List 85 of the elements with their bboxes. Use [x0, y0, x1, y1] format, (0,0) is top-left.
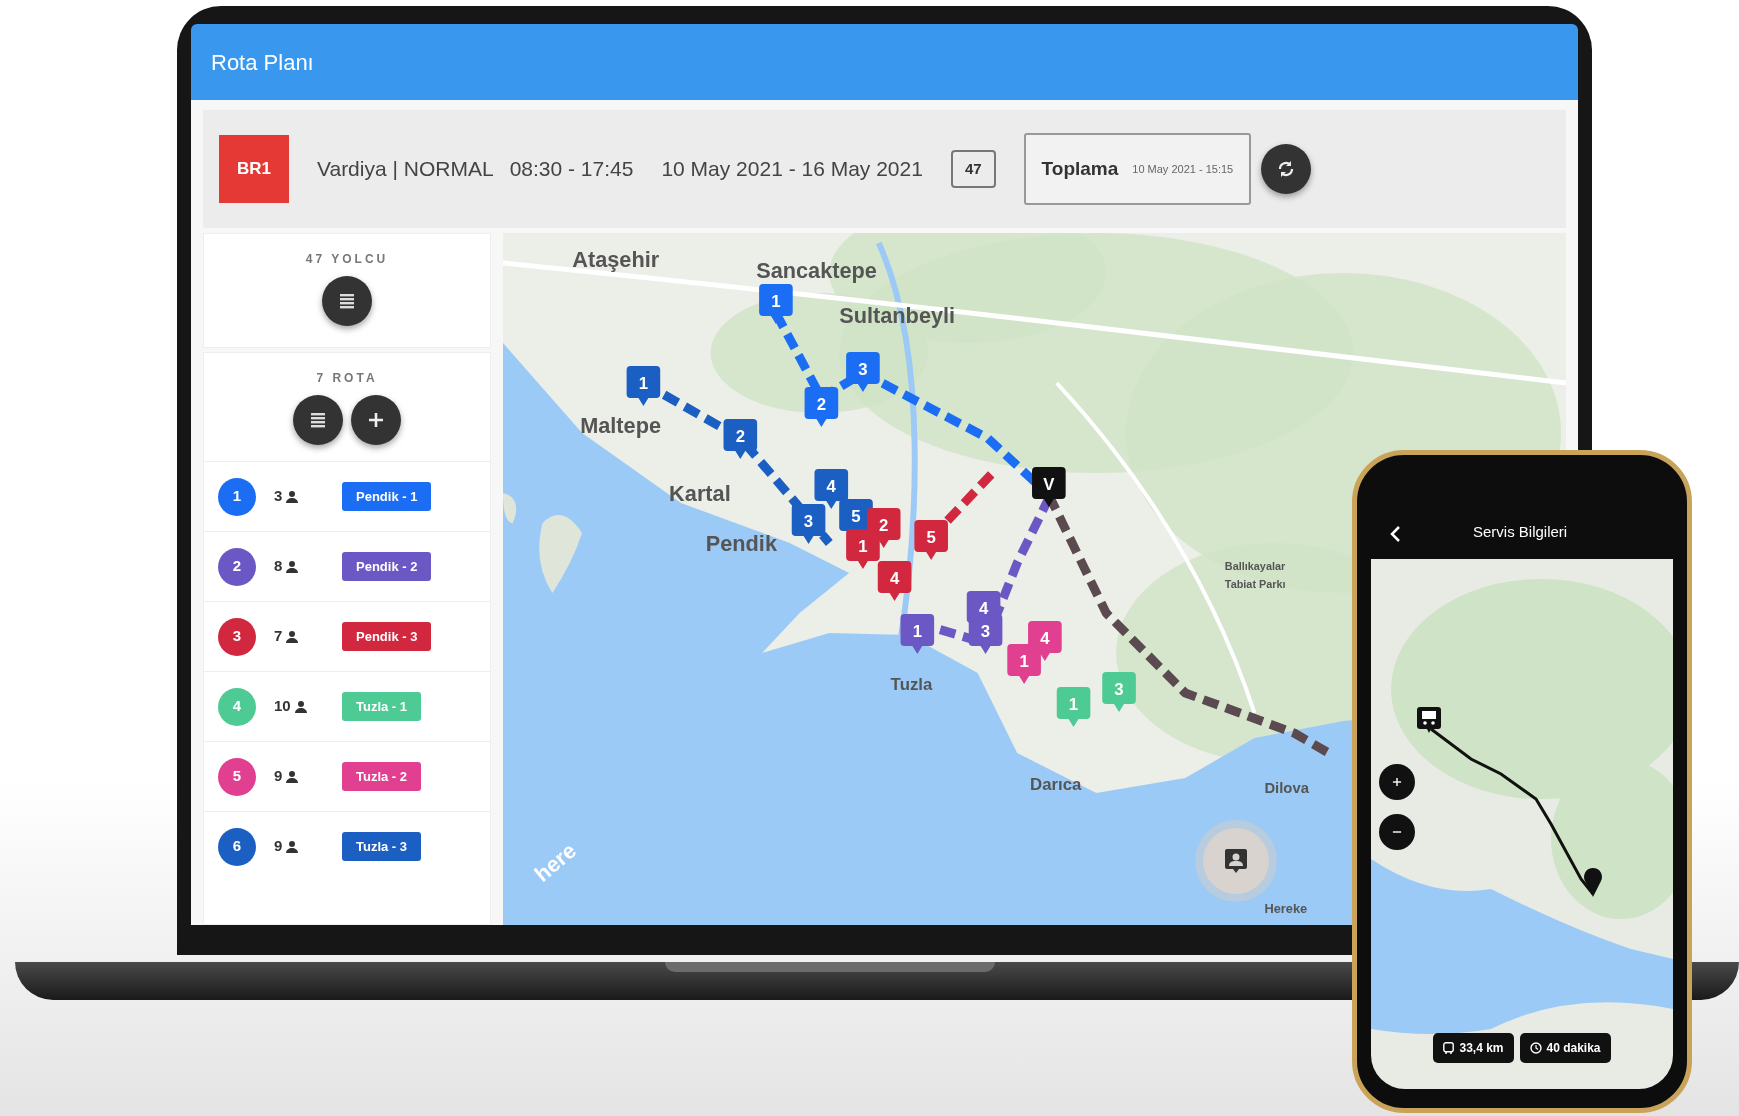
- map-marker[interactable]: 3: [968, 614, 1003, 654]
- route-row[interactable]: 3 7 Pendik - 3: [204, 601, 490, 671]
- add-button[interactable]: [351, 395, 401, 445]
- map-marker[interactable]: 2: [866, 508, 901, 548]
- person-icon: [285, 769, 300, 784]
- route-row[interactable]: 4 10 Tuzla - 1: [204, 671, 490, 741]
- route-label: Pendik - 2: [342, 551, 432, 582]
- bus-icon: [1443, 1042, 1455, 1054]
- place-label: Sultanbeyli: [839, 302, 956, 329]
- route-row[interactable]: 5 9 Tuzla - 2: [204, 741, 490, 811]
- shift-text: Vardiya | NORMAL: [317, 156, 494, 183]
- island-shape: [503, 493, 517, 523]
- mode-timestamp: 10 May 2021 - 15:15: [1132, 161, 1234, 177]
- list-button[interactable]: [322, 276, 372, 326]
- route-number-dot: 6: [218, 827, 256, 866]
- route-row[interactable]: 6 9 Tuzla - 3: [204, 811, 490, 881]
- phone-title: Servis Bilgileri: [1473, 521, 1568, 542]
- duration-text: 40 dakika: [1546, 1040, 1601, 1057]
- route-label: Tuzla - 1: [342, 691, 422, 722]
- map-marker[interactable]: 2: [804, 387, 839, 427]
- passenger-count: 8: [274, 556, 283, 577]
- place-label: Darıca: [1030, 774, 1082, 794]
- mode-label: Toplama: [1041, 156, 1119, 181]
- person-icon: [285, 559, 300, 574]
- distance-text: 33,4 km: [1459, 1040, 1504, 1057]
- chevron-left-icon: [1389, 525, 1401, 543]
- place-label: Tuzla: [890, 674, 933, 694]
- map-marker[interactable]: 3: [846, 352, 880, 392]
- destination-pin-icon: [1584, 867, 1602, 897]
- route-row[interactable]: 1 3 Pendik - 1: [204, 461, 490, 531]
- route-code-badge: BR1: [219, 135, 289, 203]
- person-icon: [285, 839, 300, 854]
- list-button[interactable]: [293, 395, 343, 445]
- person-icon: [293, 699, 308, 714]
- route-number-dot: 4: [218, 687, 256, 726]
- passenger-count: 9: [274, 836, 283, 857]
- section-title: 7 ROTA: [316, 370, 378, 387]
- passenger-count: 9: [274, 766, 283, 787]
- contact-card-icon: [1223, 847, 1249, 875]
- passenger-count: 7: [274, 626, 283, 647]
- map-marker[interactable]: 3: [791, 504, 826, 544]
- map-marker[interactable]: 1: [900, 614, 935, 654]
- shift-hours: 08:30 - 17:45: [509, 156, 634, 183]
- person-icon: [285, 489, 300, 504]
- place-label: Pendik: [705, 530, 777, 557]
- section-title: 47 YOLCU: [305, 251, 389, 268]
- route-number-dot: 2: [218, 547, 256, 586]
- place-label: Dilova: [1264, 779, 1309, 796]
- place-label: Ataşehir: [572, 246, 660, 273]
- route-row[interactable]: 2 8 Pendik - 2: [204, 531, 490, 601]
- place-label: Hereke: [1264, 900, 1308, 916]
- app-title: Rota Planı: [211, 48, 314, 77]
- place-label: Maltepe: [580, 412, 662, 439]
- refresh-button[interactable]: [1261, 144, 1312, 194]
- map-view[interactable]: [1371, 559, 1673, 1089]
- route-number-dot: 5: [218, 757, 256, 796]
- map-marker[interactable]: 4: [1028, 621, 1062, 661]
- map-attribution: here: [529, 837, 581, 887]
- place-label: Tabiat Parkı: [1224, 577, 1286, 590]
- back-button[interactable]: [1389, 525, 1401, 543]
- passenger-count: 3: [274, 486, 283, 507]
- plus-icon: [1390, 775, 1404, 789]
- clock-icon: [1529, 1042, 1542, 1054]
- map-marker[interactable]: 5: [914, 520, 948, 560]
- place-label: Ballıkayalar: [1224, 559, 1286, 572]
- map-marker[interactable]: 4: [814, 469, 849, 509]
- route-label: Pendik - 3: [342, 621, 432, 652]
- route-label: Pendik - 1: [342, 481, 432, 512]
- map-marker[interactable]: V: [1032, 467, 1066, 507]
- map-marker[interactable]: 2: [723, 419, 758, 459]
- place-label: Kartal: [669, 480, 731, 507]
- route-number-dot: 3: [218, 617, 256, 656]
- passenger-count: 10: [274, 696, 291, 717]
- map-marker[interactable]: 4: [877, 561, 912, 601]
- passenger-count: 47: [950, 149, 996, 189]
- route-label: Tuzla - 3: [342, 831, 422, 862]
- date-range: 10 May 2021 - 16 May 2021: [661, 156, 923, 183]
- route-number-dot: 1: [218, 477, 256, 516]
- bus-marker-icon: [1417, 707, 1441, 733]
- map-marker[interactable]: 1: [626, 366, 661, 406]
- person-icon: [285, 629, 300, 644]
- map-marker[interactable]: 1: [759, 284, 793, 324]
- route-label: Tuzla - 2: [342, 761, 422, 792]
- map-marker[interactable]: 1: [1007, 644, 1041, 684]
- place-label: Sancaktepe: [756, 257, 877, 284]
